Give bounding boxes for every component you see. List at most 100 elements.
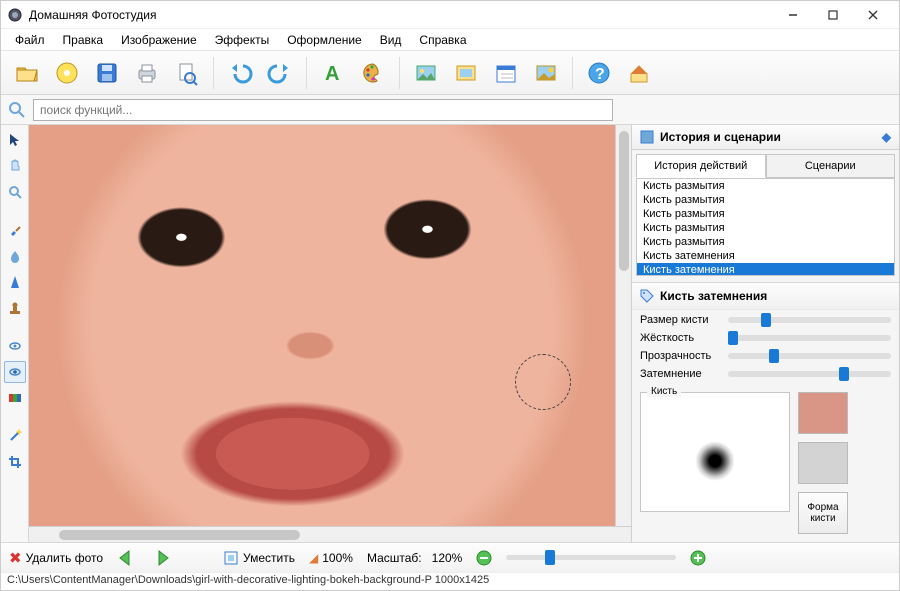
zoom-out-button[interactable]: [476, 550, 492, 566]
minimize-button[interactable]: [773, 3, 813, 27]
tool-stamp[interactable]: [4, 297, 26, 319]
window-title: Домашняя Фотостудия: [29, 8, 773, 22]
canvas-area: [29, 125, 631, 542]
slider-track[interactable]: [728, 353, 891, 359]
disc-button[interactable]: [49, 55, 85, 91]
tab-scenarios[interactable]: Сценарии: [766, 154, 896, 178]
collapse-icon[interactable]: ◆: [882, 130, 891, 144]
right-panel: История и сценарии ◆ История действий Сц…: [631, 125, 899, 542]
help-button[interactable]: ?: [581, 55, 617, 91]
svg-text:?: ?: [595, 66, 605, 83]
percent-button[interactable]: ◢ 100%: [309, 551, 353, 565]
tool-zoom[interactable]: [4, 181, 26, 203]
toolbar-sep: [213, 57, 214, 89]
status-bar: C:\Users\ContentManager\Downloads\girl-w…: [1, 572, 899, 590]
prev-photo-button[interactable]: [117, 549, 139, 567]
tool-pointer[interactable]: [4, 129, 26, 151]
menu-edit[interactable]: Правка: [55, 31, 112, 49]
frame2-button[interactable]: [448, 55, 484, 91]
history-row[interactable]: Кисть размытия: [637, 207, 894, 221]
canvas-vscroll[interactable]: [615, 125, 631, 526]
slider-label: Затемнение: [640, 368, 720, 380]
toolbar-sep: [399, 57, 400, 89]
history-row[interactable]: Кисть размытия: [637, 235, 894, 249]
search-input[interactable]: [33, 99, 613, 121]
brush-preview: Кисть: [640, 392, 790, 512]
fit-button[interactable]: Уместить: [223, 550, 295, 566]
zoom-slider[interactable]: [506, 555, 676, 560]
slider-track[interactable]: [728, 335, 891, 341]
calendar-button[interactable]: [488, 55, 524, 91]
tool-dodge[interactable]: [4, 335, 26, 357]
color-swatch-2[interactable]: [798, 442, 848, 484]
right-tabs: История действий Сценарии: [632, 150, 899, 178]
toolbar-sep: [572, 57, 573, 89]
history-row[interactable]: Кисть размытия: [637, 193, 894, 207]
menu-design[interactable]: Оформление: [279, 31, 369, 49]
tool-sharpen[interactable]: [4, 271, 26, 293]
svg-text:A: A: [325, 63, 339, 85]
tool-hand[interactable]: [4, 155, 26, 177]
slider-row: Жёсткость: [640, 332, 891, 344]
frame1-button[interactable]: [408, 55, 444, 91]
text-button[interactable]: A: [315, 55, 351, 91]
slider-label: Прозрачность: [640, 350, 720, 362]
menu-file[interactable]: Файл: [7, 31, 53, 49]
preview-button[interactable]: [169, 55, 205, 91]
tool-wand[interactable]: [4, 425, 26, 447]
brush-preview-area: Кисть Форма кисти: [632, 384, 899, 542]
save-button[interactable]: [89, 55, 125, 91]
zoom-value: 120%: [432, 551, 463, 565]
search-icon[interactable]: [7, 100, 27, 120]
tab-history[interactable]: История действий: [636, 154, 766, 178]
fit-label: Уместить: [243, 551, 295, 565]
history-icon: [640, 130, 654, 144]
brush-panel-label: Кисть затемнения: [660, 289, 767, 303]
canvas[interactable]: [29, 125, 615, 526]
home-button[interactable]: [621, 55, 657, 91]
print-button[interactable]: [129, 55, 165, 91]
tool-brush[interactable]: [4, 219, 26, 241]
main-toolbar: A ?: [1, 51, 899, 95]
history-row[interactable]: Кисть размытия: [637, 221, 894, 235]
close-button[interactable]: [853, 3, 893, 27]
tag-icon: [640, 289, 654, 303]
zoom-label: Масштаб: 120%: [367, 551, 462, 565]
menu-view[interactable]: Вид: [372, 31, 410, 49]
delete-photo-button[interactable]: ✖ Удалить фото: [9, 549, 103, 567]
fit-icon: [223, 550, 239, 566]
next-photo-button[interactable]: [153, 549, 175, 567]
slider-track[interactable]: [728, 317, 891, 323]
zoom-in-button[interactable]: [690, 550, 706, 566]
percent-label: 100%: [322, 551, 353, 565]
slider-track[interactable]: [728, 371, 891, 377]
undo-button[interactable]: [222, 55, 258, 91]
tool-burn[interactable]: [4, 361, 26, 383]
open-button[interactable]: [9, 55, 45, 91]
brush-blob: [695, 441, 735, 481]
tool-rgb[interactable]: [4, 387, 26, 409]
history-list[interactable]: Кисть размытияКисть размытияКисть размыт…: [636, 178, 895, 276]
slider-row: Затемнение: [640, 368, 891, 380]
canvas-hscroll[interactable]: [29, 526, 631, 542]
menu-help[interactable]: Справка: [411, 31, 474, 49]
brush-cursor: [515, 354, 571, 410]
brush-preview-label: Кисть: [647, 386, 681, 397]
tool-crop[interactable]: [4, 451, 26, 473]
percent-icon: ◢: [309, 551, 318, 565]
search-bar: [1, 95, 899, 125]
redo-button[interactable]: [262, 55, 298, 91]
history-row[interactable]: Кисть затемнения: [637, 249, 894, 263]
palette-button[interactable]: [355, 55, 391, 91]
tool-blur[interactable]: [4, 245, 26, 267]
brush-shape-button[interactable]: Форма кисти: [798, 492, 848, 534]
menu-effects[interactable]: Эффекты: [207, 31, 278, 49]
color-swatch-1[interactable]: [798, 392, 848, 434]
history-row[interactable]: Кисть размытия: [637, 179, 894, 193]
slider-row: Размер кисти: [640, 314, 891, 326]
toolbar-sep: [306, 57, 307, 89]
frame3-button[interactable]: [528, 55, 564, 91]
menu-image[interactable]: Изображение: [113, 31, 205, 49]
history-row[interactable]: Кисть затемнения: [637, 263, 894, 276]
maximize-button[interactable]: [813, 3, 853, 27]
